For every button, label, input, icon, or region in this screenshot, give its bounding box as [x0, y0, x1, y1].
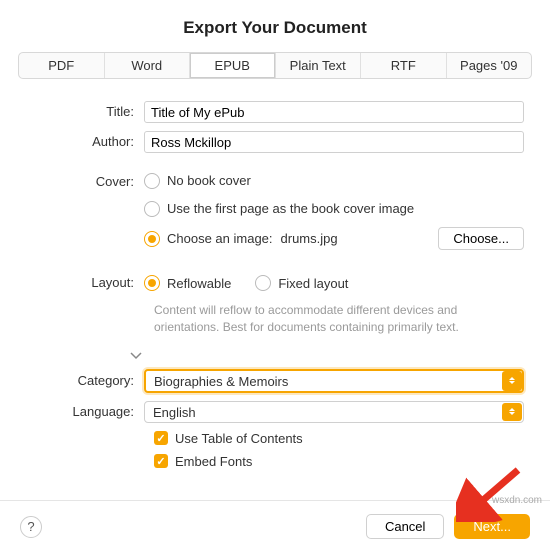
fixed-label: Fixed layout: [278, 276, 348, 291]
help-button[interactable]: ?: [20, 516, 42, 538]
radio-first-page[interactable]: [144, 201, 160, 217]
image-filename: drums.jpg: [281, 229, 338, 249]
radio-reflowable[interactable]: [144, 275, 160, 291]
dialog-title: Export Your Document: [0, 0, 550, 52]
reflowable-label: Reflowable: [167, 276, 231, 291]
tab-pages09[interactable]: Pages '09: [447, 53, 532, 78]
category-value: Biographies & Memoirs: [144, 369, 524, 393]
language-select[interactable]: English: [144, 401, 524, 423]
layout-label: Layout:: [26, 272, 144, 294]
radio-fixed[interactable]: [255, 275, 271, 291]
tab-plain-text[interactable]: Plain Text: [276, 53, 362, 78]
tab-epub[interactable]: EPUB: [190, 53, 276, 78]
layout-hint: Content will reflow to accommodate diffe…: [154, 302, 524, 336]
language-label: Language:: [26, 401, 144, 423]
tab-rtf[interactable]: RTF: [361, 53, 447, 78]
toc-label: Use Table of Contents: [175, 431, 303, 446]
cancel-button[interactable]: Cancel: [366, 514, 444, 539]
title-label: Title:: [26, 101, 144, 123]
cover-label: Cover:: [26, 171, 144, 193]
title-input[interactable]: [144, 101, 524, 123]
category-label: Category:: [26, 370, 144, 392]
watermark: wsxdn.com: [492, 495, 542, 506]
first-page-label: Use the first page as the book cover ima…: [167, 199, 414, 219]
radio-choose-image[interactable]: [144, 231, 160, 247]
disclosure-chevron-icon[interactable]: [130, 348, 524, 363]
dropdown-arrow-icon: [502, 403, 522, 421]
no-cover-label: No book cover: [167, 171, 251, 191]
dropdown-arrow-icon: [502, 371, 522, 391]
format-tabs: PDF Word EPUB Plain Text RTF Pages '09: [18, 52, 532, 79]
radio-no-cover[interactable]: [144, 173, 160, 189]
choose-button[interactable]: Choose...: [438, 227, 524, 250]
choose-image-label: Choose an image:: [167, 229, 273, 249]
tab-pdf[interactable]: PDF: [19, 53, 105, 78]
embed-fonts-label: Embed Fonts: [175, 454, 252, 469]
tab-word[interactable]: Word: [105, 53, 191, 78]
language-value: English: [144, 401, 524, 423]
checkbox-toc[interactable]: ✓: [154, 431, 168, 445]
author-label: Author:: [26, 131, 144, 153]
author-input[interactable]: [144, 131, 524, 153]
checkbox-embed-fonts[interactable]: ✓: [154, 454, 168, 468]
category-select[interactable]: Biographies & Memoirs: [144, 369, 524, 393]
next-button[interactable]: Next...: [454, 514, 530, 539]
